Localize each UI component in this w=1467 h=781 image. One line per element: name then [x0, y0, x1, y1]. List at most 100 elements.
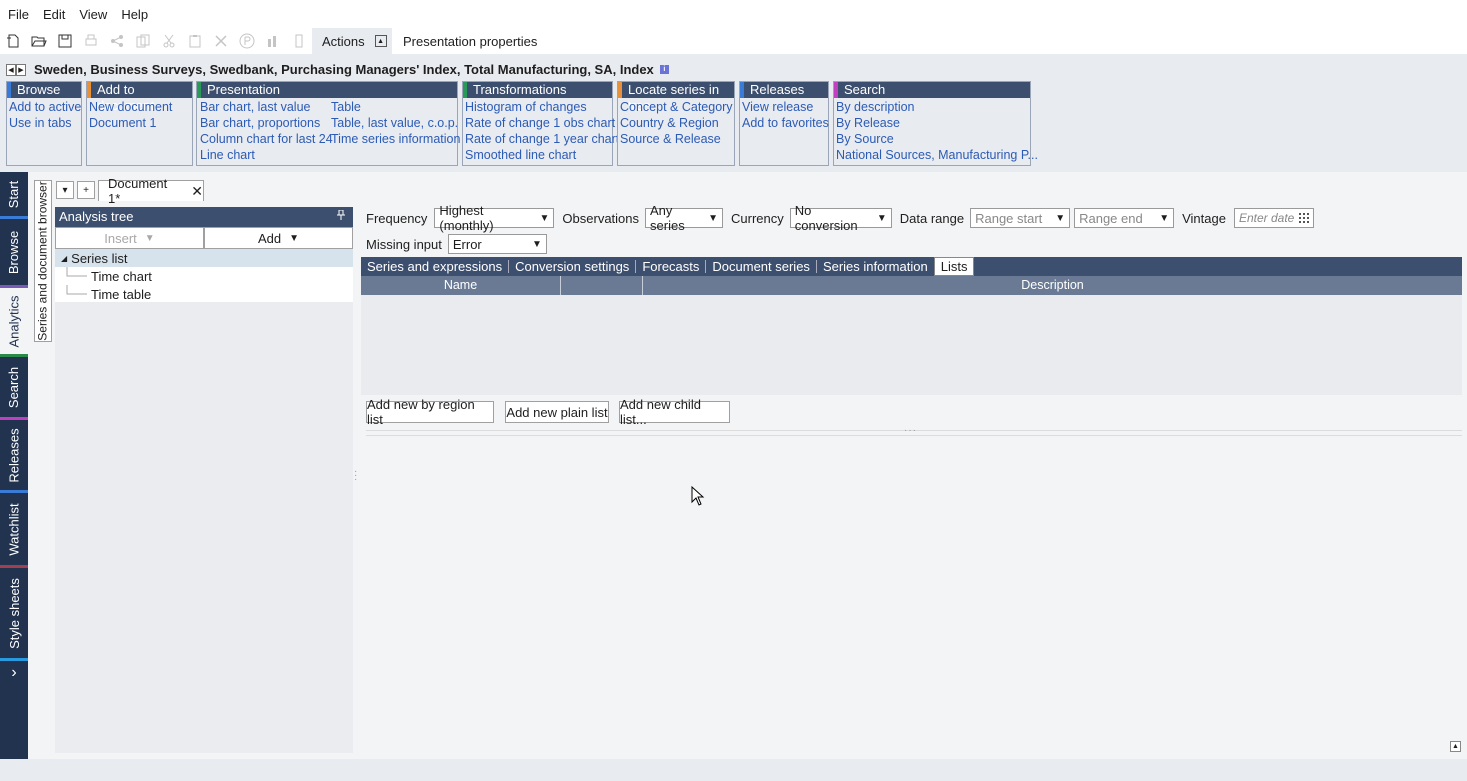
document-tab[interactable]: Document 1* ✕	[98, 176, 204, 206]
link-source-release[interactable]: Source & Release	[620, 132, 721, 146]
document-tab-label: Document 1*	[108, 176, 168, 206]
link-bar-chart-last-value[interactable]: Bar chart, last value	[200, 100, 310, 114]
menu-file[interactable]: File	[8, 7, 29, 22]
link-country-region[interactable]: Country & Region	[620, 116, 719, 130]
add-plain-list-button[interactable]: Add new plain list	[505, 401, 609, 423]
column-header-blank[interactable]	[561, 276, 643, 295]
vertical-splitter[interactable]: · · ·	[354, 467, 357, 485]
series-document-browser-tab[interactable]: Series and document browser	[34, 180, 52, 342]
range-end-select[interactable]: Range end ▼	[1074, 208, 1175, 228]
link-view-release[interactable]: View release	[742, 100, 813, 114]
link-rate-of-change-1-year[interactable]: Rate of change 1 year chart	[465, 132, 619, 146]
subtab-series-information[interactable]: Series information	[817, 260, 934, 273]
left-tab-search[interactable]: Search	[0, 357, 28, 417]
document-menu-icon[interactable]: ▾	[56, 181, 74, 199]
menu-help[interactable]: Help	[121, 7, 148, 22]
dropdown-arrow-icon: ▼	[289, 232, 300, 244]
menu-bar: File Edit View Help	[0, 0, 1467, 28]
cut-icon[interactable]	[160, 32, 178, 50]
subtab-series-and-expressions[interactable]: Series and expressions	[361, 260, 510, 273]
left-tab-browse[interactable]: Browse	[0, 219, 28, 285]
back-arrow-icon[interactable]: ◀	[6, 63, 16, 76]
close-icon[interactable]: ✕	[191, 183, 203, 200]
tree-node-time-table[interactable]: Time table	[55, 285, 353, 303]
open-folder-icon[interactable]	[30, 32, 48, 50]
forward-arrow-icon[interactable]: ▶	[16, 63, 26, 76]
link-rate-of-change-1-obs[interactable]: Rate of change 1 obs chart	[465, 116, 615, 130]
link-national-sources[interactable]: National Sources, Manufacturing P...	[836, 148, 1038, 162]
share-icon[interactable]	[108, 32, 126, 50]
copy-icon[interactable]	[134, 32, 152, 50]
new-document-tab-icon[interactable]: +	[77, 181, 95, 199]
subtab-lists[interactable]: Lists	[933, 257, 975, 276]
link-add-to-active[interactable]: Add to active	[9, 100, 81, 114]
currency-select[interactable]: No conversion ▼	[789, 203, 892, 233]
paste-icon[interactable]	[186, 32, 204, 50]
chart-icon[interactable]	[264, 32, 282, 50]
link-table-last-value-cop[interactable]: Table, last value, c.o.p.	[331, 116, 458, 130]
link-histogram-of-changes[interactable]: Histogram of changes	[465, 100, 587, 114]
subtab-forecasts[interactable]: Forecasts	[636, 260, 707, 273]
expand-tabs-chevron-icon[interactable]: ›	[0, 662, 28, 684]
link-add-to-favorites[interactable]: Add to favorites	[742, 116, 829, 130]
vintage-label: Vintage	[1182, 210, 1226, 226]
link-use-in-tabs[interactable]: Use in tabs	[9, 116, 72, 130]
left-tab-style-sheets[interactable]: Style sheets	[0, 568, 28, 658]
scroll-up-icon[interactable]: ▲	[1450, 741, 1461, 752]
ribbon-group-locate-title: Locate series in tree	[618, 82, 734, 113]
left-tab-watchlist[interactable]: Watchlist	[0, 493, 28, 565]
left-tab-releases[interactable]: Releases	[0, 420, 28, 490]
link-smoothed-line-chart[interactable]: Smoothed line chart	[465, 148, 576, 162]
insert-button[interactable]: Insert ▼	[55, 227, 204, 249]
column-header-name[interactable]: Name	[361, 276, 561, 295]
column-header-description[interactable]: Description	[643, 276, 1462, 295]
link-by-description[interactable]: By description	[836, 100, 915, 114]
presentation-icon[interactable]	[238, 32, 256, 50]
tree-connector	[66, 285, 87, 295]
add-button[interactable]: Add ▼	[204, 227, 353, 249]
print-icon[interactable]	[82, 32, 100, 50]
link-by-source[interactable]: By Source	[836, 132, 894, 146]
calendar-icon[interactable]	[1298, 213, 1309, 223]
collapse-ribbon-icon[interactable]: ▲	[374, 35, 387, 47]
add-by-region-list-button[interactable]: Add new by region list	[366, 397, 494, 427]
save-icon[interactable]	[56, 32, 74, 50]
link-bar-chart-proportions[interactable]: Bar chart, proportions	[200, 116, 320, 130]
new-document-icon[interactable]	[4, 32, 22, 50]
expand-triangle-icon[interactable]: ◢	[61, 254, 67, 263]
history-nav: ◀ ▶	[6, 63, 26, 76]
tree-toolbar: Insert ▼ Add ▼	[55, 227, 353, 249]
observations-select[interactable]: Any series ▼	[645, 203, 724, 233]
frequency-select[interactable]: Highest (monthly) ▼	[434, 203, 555, 233]
vintage-date-input[interactable]: Enter date	[1233, 208, 1314, 228]
left-tab-start[interactable]: Start	[0, 172, 28, 216]
subtab-conversion-settings[interactable]: Conversion settings	[509, 260, 637, 273]
mobile-icon[interactable]	[290, 32, 308, 50]
link-document-1[interactable]: Document 1	[89, 116, 156, 130]
tab-presentation-properties[interactable]: Presentation properties	[403, 28, 537, 54]
tree-node-series-list[interactable]: ◢ Series list	[55, 249, 353, 267]
tab-actions[interactable]: Actions ▲	[312, 28, 392, 54]
dropdown-arrow-icon: ▼	[144, 232, 155, 244]
link-table[interactable]: Table	[331, 100, 361, 114]
link-line-chart[interactable]: Line chart	[200, 148, 255, 162]
horizontal-splitter[interactable]: ···	[366, 425, 1462, 436]
range-start-select[interactable]: Range start ▼	[970, 208, 1071, 228]
link-concept-category[interactable]: Concept & Category	[620, 100, 733, 114]
info-icon[interactable]: i	[659, 65, 669, 74]
chevron-down-icon: ▼	[539, 212, 550, 224]
link-by-release[interactable]: By Release	[836, 116, 900, 130]
menu-edit[interactable]: Edit	[43, 7, 65, 22]
add-child-list-button[interactable]: Add new child list...	[619, 397, 730, 427]
left-tab-analytics[interactable]: Analytics	[0, 288, 28, 354]
link-column-chart-last-24[interactable]: Column chart for last 24	[200, 132, 333, 146]
missing-input-select[interactable]: Error ▼	[447, 234, 547, 254]
menu-view[interactable]: View	[79, 7, 107, 22]
delete-icon[interactable]	[212, 32, 230, 50]
link-new-document[interactable]: New document	[89, 100, 172, 114]
tree-node-time-chart[interactable]: Time chart	[55, 267, 353, 285]
pin-icon[interactable]	[337, 207, 345, 227]
subtab-document-series[interactable]: Document series	[706, 260, 817, 273]
link-time-series-information[interactable]: Time series information	[331, 132, 460, 146]
grip-dots-icon: ···	[904, 425, 917, 436]
